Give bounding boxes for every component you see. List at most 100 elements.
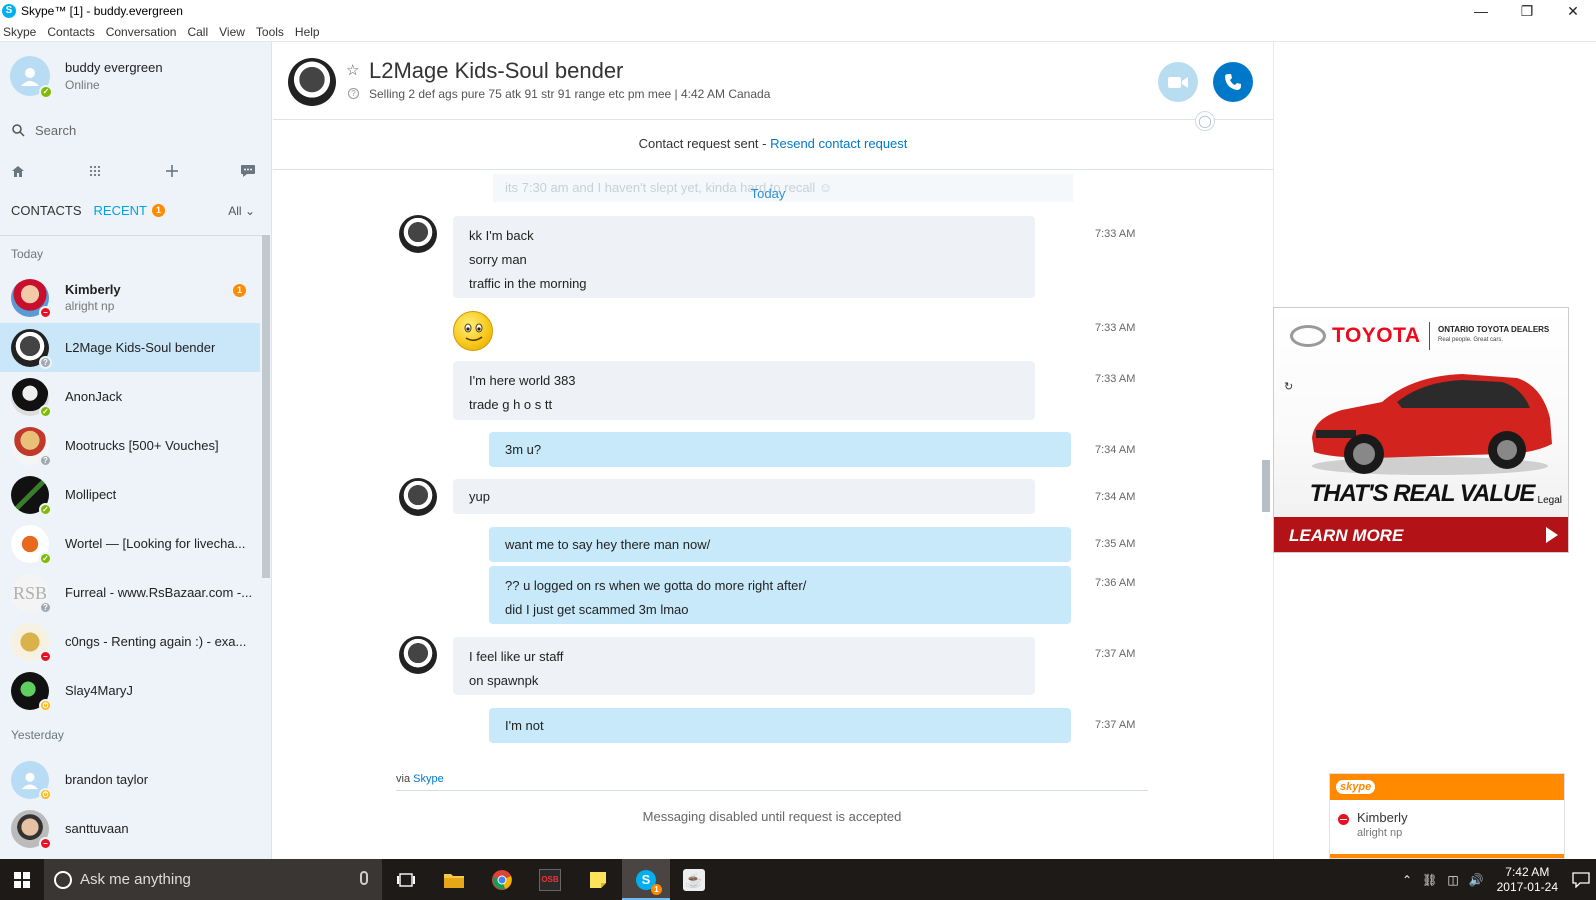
cortana-search[interactable]: Ask me anything bbox=[44, 859, 382, 900]
busy-status-icon: – bbox=[39, 836, 52, 850]
menu-skype[interactable]: Skype bbox=[0, 25, 43, 39]
notification-message: alright np bbox=[1357, 827, 1403, 839]
tab-recent[interactable]: RECENT 1 bbox=[94, 203, 165, 218]
contact-avatar: ✓ bbox=[11, 377, 52, 418]
clock-time: 7:42 AM bbox=[1505, 864, 1550, 879]
task-view-button[interactable] bbox=[382, 859, 430, 900]
minimize-button[interactable]: — bbox=[1458, 0, 1504, 22]
menu-tools[interactable]: Tools bbox=[252, 25, 291, 39]
menu-view[interactable]: View bbox=[215, 25, 252, 39]
profile-avatar[interactable]: ✓ bbox=[10, 56, 53, 99]
video-camera-icon bbox=[1168, 76, 1188, 88]
power-icon[interactable]: ⛓ bbox=[1422, 873, 1437, 887]
search-input[interactable]: Search bbox=[35, 123, 76, 138]
osb-button[interactable]: OSB bbox=[526, 859, 574, 900]
resend-request-link[interactable]: Resend contact request bbox=[770, 136, 907, 151]
message-time: 7:35 AM bbox=[1095, 538, 1136, 550]
contact-item[interactable]: – santtuvaan bbox=[0, 804, 260, 853]
contact-item[interactable]: ✓ AnonJack bbox=[0, 372, 260, 421]
ad-legal-link[interactable]: Legal bbox=[1538, 495, 1562, 506]
play-arrow-icon bbox=[1546, 527, 1558, 543]
conversation-avatar[interactable] bbox=[288, 58, 336, 106]
action-center-button[interactable] bbox=[1566, 859, 1596, 900]
sender-avatar[interactable] bbox=[399, 636, 437, 674]
busy-status-icon: – bbox=[39, 305, 52, 319]
start-button[interactable] bbox=[0, 859, 44, 900]
profile[interactable]: ✓ buddy evergreen Online bbox=[10, 56, 163, 99]
new-conversation-icon[interactable] bbox=[235, 158, 261, 184]
ad-brand-name: TOYOTA bbox=[1332, 324, 1421, 347]
cortana-search-input[interactable]: Ask me anything bbox=[80, 871, 191, 888]
close-button[interactable]: ✕ bbox=[1550, 0, 1596, 22]
menu-conversation[interactable]: Conversation bbox=[102, 25, 184, 39]
audio-call-button[interactable] bbox=[1213, 62, 1253, 102]
contact-item[interactable]: – c0ngs - Renting again :) - exa... bbox=[0, 617, 260, 666]
home-icon[interactable] bbox=[5, 158, 31, 184]
sender-avatar[interactable] bbox=[399, 478, 437, 516]
filter-dropdown[interactable]: All ⌄ bbox=[228, 204, 255, 218]
message-line: 3m u? bbox=[505, 442, 542, 457]
message-line: kk I'm back bbox=[469, 228, 534, 243]
unknown-status-icon: ? bbox=[39, 355, 52, 369]
tab-recent-label: RECENT bbox=[93, 203, 147, 218]
message-line: want me to say hey there man now/ bbox=[505, 537, 711, 552]
replay-icon[interactable]: ↻ bbox=[1284, 380, 1293, 393]
via-skype-link[interactable]: Skype bbox=[413, 773, 444, 785]
java-icon: ☕ bbox=[683, 868, 705, 891]
add-icon[interactable] bbox=[159, 158, 185, 184]
contact-list-scrollbar[interactable] bbox=[262, 235, 270, 578]
menu-contacts[interactable]: Contacts bbox=[43, 25, 101, 39]
contact-name: Mollipect bbox=[65, 487, 117, 502]
microphone-icon[interactable] bbox=[360, 871, 368, 885]
message-time: 7:33 AM bbox=[1095, 228, 1136, 240]
search-box[interactable]: Search bbox=[12, 123, 252, 138]
menu-help[interactable]: Help bbox=[291, 25, 327, 39]
message-line: sorry man bbox=[469, 252, 527, 267]
contact-item[interactable]: RSB ? Furreal - www.RsBazaar.com -... bbox=[0, 568, 260, 617]
ad-slogan: THAT'S REAL VALUE bbox=[1309, 480, 1536, 507]
message-list-scrollbar[interactable] bbox=[1262, 460, 1270, 512]
contact-item-active[interactable]: ? L2Mage Kids-Soul bender bbox=[0, 323, 260, 372]
messaging-disabled-note: Messaging disabled until request is acce… bbox=[642, 809, 902, 824]
busy-status-icon: – bbox=[39, 649, 52, 663]
chrome-button[interactable] bbox=[478, 859, 526, 900]
profile-name: buddy evergreen bbox=[65, 60, 163, 75]
skype-logo-icon: S bbox=[2, 4, 16, 18]
star-icon[interactable]: ☆ bbox=[346, 61, 359, 79]
advertisement[interactable]: TOYOTA ONTARIO TOYOTA DEALERS Real peopl… bbox=[1273, 307, 1569, 553]
learn-more-button[interactable]: LEARN MORE bbox=[1274, 517, 1568, 552]
chevron-up-icon[interactable]: ⌃ bbox=[1402, 873, 1412, 887]
sticky-notes-button[interactable] bbox=[574, 859, 622, 900]
tab-contacts[interactable]: CONTACTS bbox=[11, 203, 82, 218]
filter-label: All bbox=[228, 203, 242, 218]
contact-item[interactable]: ⏱ brandon taylor bbox=[0, 755, 260, 804]
video-call-button[interactable] bbox=[1158, 62, 1198, 102]
sidebar: ✓ buddy evergreen Online Search CONTACTS… bbox=[0, 42, 272, 859]
message-line: I'm here world 383 bbox=[469, 373, 576, 388]
message-bubble-mine: want me to say hey there man now/ bbox=[489, 527, 1071, 562]
unread-badge: 1 bbox=[233, 284, 246, 297]
file-explorer-button[interactable] bbox=[430, 859, 478, 900]
volume-icon[interactable]: 🔊 bbox=[1469, 873, 1484, 887]
contact-item[interactable]: – Kimberly alright np 1 bbox=[0, 273, 260, 322]
network-icon[interactable]: ◫ bbox=[1447, 873, 1458, 887]
ad-dealers: ONTARIO TOYOTA DEALERS bbox=[1438, 325, 1550, 334]
car-image bbox=[1312, 374, 1552, 475]
menu-call[interactable]: Call bbox=[183, 25, 215, 39]
skype-taskbar-button[interactable]: S 1 bbox=[622, 859, 670, 900]
dialpad-icon[interactable] bbox=[82, 158, 108, 184]
sender-avatar[interactable] bbox=[399, 215, 437, 253]
conversation-title[interactable]: L2Mage Kids-Soul bender bbox=[369, 58, 623, 84]
contact-item[interactable]: ⏱ Slay4MaryJ bbox=[0, 666, 260, 715]
ad-tagline: Real people. Great cars. bbox=[1438, 337, 1504, 343]
message-notification[interactable]: skype Kimberly alright np bbox=[1329, 773, 1565, 859]
java-button[interactable]: ☕ bbox=[670, 859, 718, 900]
contact-mood: alright np bbox=[65, 299, 115, 313]
contact-name: AnonJack bbox=[65, 389, 123, 404]
restore-button[interactable]: ❐ bbox=[1504, 0, 1550, 22]
contact-item[interactable]: ✓ Mollipect bbox=[0, 470, 260, 519]
contact-item[interactable]: ? Mootrucks [500+ Vouches] bbox=[0, 421, 260, 470]
clock[interactable]: 7:42 AM 2017-01-24 bbox=[1497, 865, 1558, 895]
contact-item[interactable]: ✓ Wortel — [Looking for livecha... bbox=[0, 519, 260, 568]
message-time: 7:34 AM bbox=[1095, 491, 1136, 503]
